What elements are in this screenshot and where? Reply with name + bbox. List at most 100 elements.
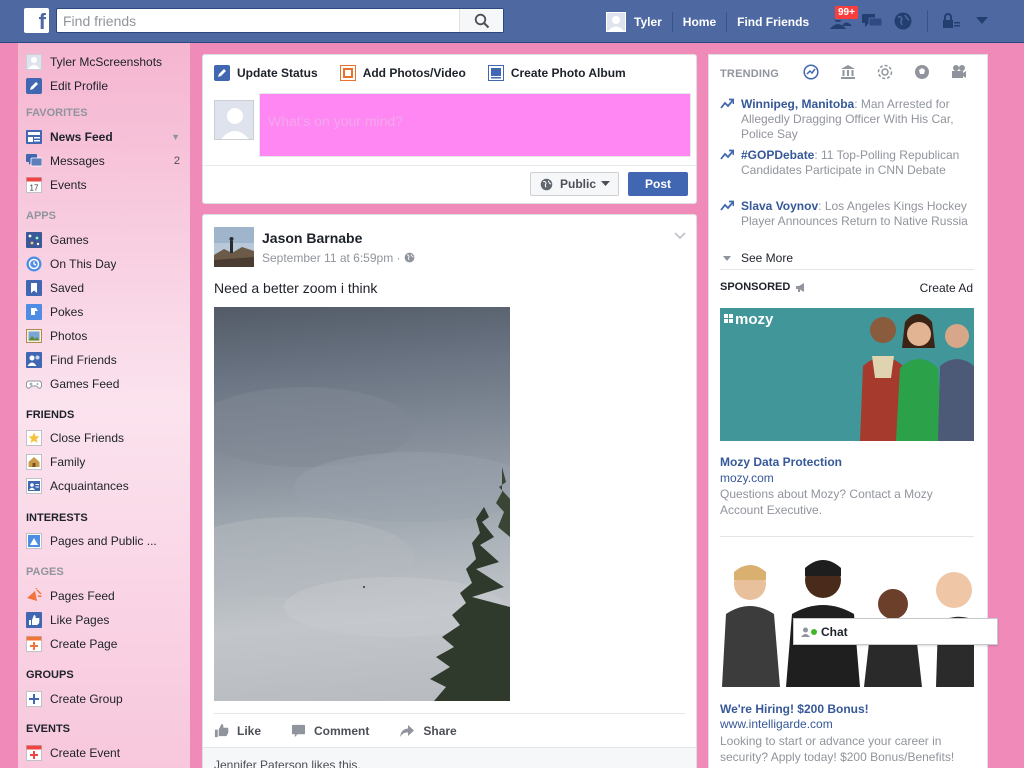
facebook-logo[interactable]: f <box>24 8 49 33</box>
audience-selector[interactable]: Public <box>530 172 619 196</box>
see-more-link[interactable]: See More <box>723 251 793 265</box>
like-button[interactable]: Like <box>214 723 261 738</box>
sidebar-item-saved[interactable]: Saved <box>26 278 186 298</box>
ad-url-mozy[interactable]: mozy.com <box>720 471 774 485</box>
share-button[interactable]: Share <box>399 724 457 738</box>
nav-user-name[interactable]: Tyler <box>626 11 673 32</box>
sidebar-item-pages-feed[interactable]: Pages Feed <box>26 586 186 606</box>
sidebar-item-profile[interactable]: Tyler McScreenshots <box>26 52 186 72</box>
ad-image-mozy[interactable]: mozy <box>720 308 974 441</box>
globe-icon <box>404 252 415 263</box>
user-avatar[interactable] <box>606 11 626 32</box>
sidebar-item-games-feed[interactable]: Games Feed <box>26 374 186 394</box>
sidebar-item-news-feed[interactable]: News Feed ▼ <box>26 127 186 147</box>
comment-button[interactable]: Comment <box>291 724 369 738</box>
sidebar-item-edit-profile[interactable]: Edit Profile <box>26 76 186 96</box>
sidebar-item-label: Create Event <box>50 746 121 760</box>
science-icon[interactable] <box>877 64 893 80</box>
sponsored-label: SPONSORED <box>720 281 791 293</box>
trending-item[interactable]: Slava Voynov: Los Angeles Kings Hockey P… <box>720 199 978 229</box>
sidebar-item-label: Photos <box>50 329 88 343</box>
sidebar-item-photos[interactable]: Photos <box>26 326 186 346</box>
sidebar-item-like-pages[interactable]: Like Pages <box>26 610 186 630</box>
chat-person-icon <box>801 627 810 637</box>
story-options-button[interactable] <box>674 229 686 243</box>
ad-title-mozy[interactable]: Mozy Data Protection <box>720 455 842 469</box>
create-ad-link[interactable]: Create Ad <box>920 281 973 295</box>
megaphone-icon <box>796 282 805 292</box>
chat-tab[interactable]: Chat <box>793 618 998 645</box>
sidebar-item-pokes[interactable]: Pokes <box>26 302 186 322</box>
trending-heading: TRENDING <box>720 68 780 80</box>
sidebar-item-on-this-day[interactable]: On This Day <box>26 254 186 274</box>
sidebar-item-pages-public[interactable]: Pages and Public ... <box>26 531 186 551</box>
privacy-shortcuts-button[interactable] <box>936 6 966 36</box>
sidebar-item-messages[interactable]: Messages 2 <box>26 151 186 171</box>
sidebar-item-label: Pages and Public ... <box>50 534 157 548</box>
sidebar-item-create-group[interactable]: Create Group <box>26 689 186 709</box>
trending-topic[interactable]: Slava Voynov <box>741 199 818 213</box>
trending-topic[interactable]: #GOPDebate <box>741 148 814 162</box>
sidebar-item-close-friends[interactable]: Close Friends <box>26 428 186 448</box>
svg-text:mozy: mozy <box>735 311 774 328</box>
sidebar-item-acquaintances[interactable]: Acquaintances <box>26 476 186 496</box>
sidebar-item-create-page[interactable]: Create Page <box>26 634 186 654</box>
tab-add-photos-video[interactable]: Add Photos/Video <box>339 65 466 81</box>
create-group-icon <box>26 691 42 707</box>
sidebar-item-family[interactable]: Family <box>26 452 186 472</box>
tab-update-status[interactable]: Update Status <box>214 65 318 81</box>
ad-title-intelligarde[interactable]: We're Hiring! $200 Bonus! <box>720 702 869 716</box>
section-heading-apps: APPS <box>26 210 56 222</box>
nav-right-links: Tyler Home Find Friends <box>606 0 819 43</box>
likes-summary[interactable]: Jennifer Paterson likes this. <box>203 747 696 768</box>
audience-label: Public <box>560 177 597 191</box>
sidebar-item-events[interactable]: 17 Events <box>26 175 186 195</box>
tab-label: Update Status <box>237 66 318 80</box>
comment-icon <box>291 724 306 737</box>
ad-desc-mozy: Questions about Mozy? Contact a Mozy Acc… <box>720 487 933 517</box>
news-feed-icon <box>26 129 42 145</box>
trending-item[interactable]: Winnipeg, Manitoba: Man Arrested for All… <box>720 97 978 142</box>
status-placeholder: What's on your mind? <box>268 113 403 129</box>
action-label: Comment <box>314 723 370 738</box>
messages-jewel-icon <box>862 14 883 27</box>
messages-icon <box>26 153 42 169</box>
saved-icon <box>26 280 42 296</box>
section-heading-pages: PAGES <box>26 566 64 578</box>
calendar-icon: 17 <box>26 177 42 193</box>
search-button[interactable] <box>459 9 503 32</box>
trending-item[interactable]: #GOPDebate: 11 Top-Polling Republican Ca… <box>720 148 978 178</box>
account-menu-button[interactable] <box>967 6 997 36</box>
timestamp-text: September 11 at 6:59pm <box>262 251 394 265</box>
chevron-down-icon[interactable]: ▼ <box>171 132 180 142</box>
sidebar-item-games[interactable]: Games <box>26 230 186 250</box>
sidebar-item-find-friends[interactable]: Find Friends <box>26 350 186 370</box>
chat-label: Chat <box>821 624 848 639</box>
search-input[interactable] <box>57 9 459 32</box>
sidebar-item-create-event[interactable]: Create Event <box>26 743 186 763</box>
author-name[interactable]: Jason Barnabe <box>262 230 362 246</box>
nav-home-link[interactable]: Home <box>673 11 728 32</box>
pages-feed-icon <box>26 588 42 604</box>
notifications-button[interactable] <box>888 6 918 36</box>
sports-icon[interactable] <box>914 64 930 80</box>
section-heading-interests: INTERESTS <box>26 512 88 524</box>
friend-requests-button[interactable]: 99+ <box>826 5 859 36</box>
composer-avatar <box>214 100 254 140</box>
trending-top-icon[interactable] <box>803 64 819 80</box>
story-photo[interactable] <box>214 307 510 701</box>
nav-find-friends-link[interactable]: Find Friends <box>727 12 819 32</box>
author-avatar[interactable] <box>214 227 254 267</box>
status-input[interactable]: What's on your mind? <box>259 93 691 157</box>
ad-url-intelligarde[interactable]: www.intelligarde.com <box>720 717 833 731</box>
post-button[interactable]: Post <box>628 172 688 196</box>
story-actions: Like Comment Share <box>214 713 685 747</box>
tab-create-photo-album[interactable]: Create Photo Album <box>487 65 626 81</box>
messages-jewel-button[interactable] <box>857 6 887 36</box>
story-timestamp[interactable]: September 11 at 6:59pm · <box>262 251 415 265</box>
sidebar-item-label: News Feed <box>50 130 113 144</box>
entertainment-icon[interactable] <box>951 64 967 80</box>
trending-topic[interactable]: Winnipeg, Manitoba <box>741 97 854 111</box>
politics-icon[interactable] <box>840 64 856 80</box>
right-column: TRENDING Winnipeg, Manitoba: Man Arreste… <box>708 54 988 768</box>
